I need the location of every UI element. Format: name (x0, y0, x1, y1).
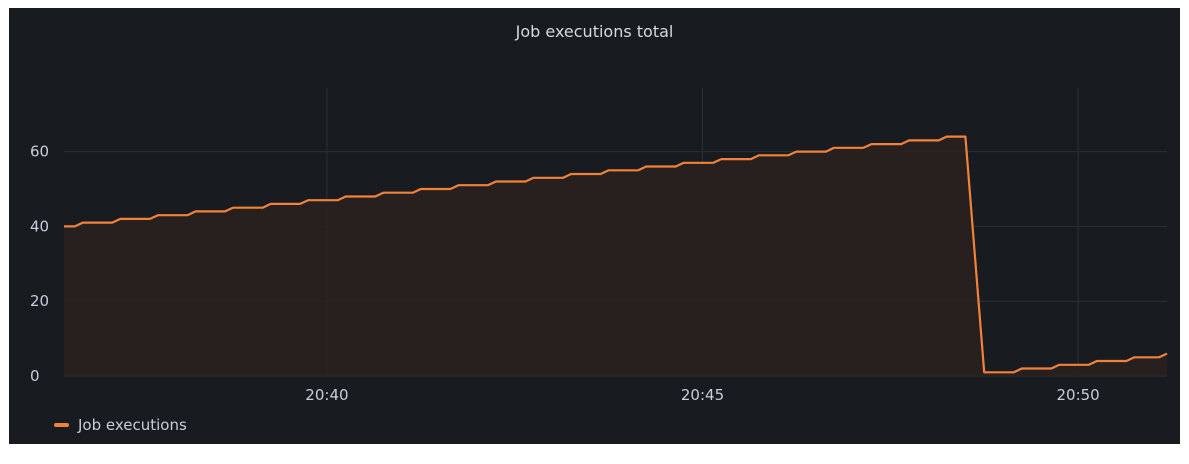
data-point (401, 192, 403, 194)
legend-label: Job executions (78, 416, 187, 434)
data-point (1040, 368, 1042, 370)
data-point (589, 173, 591, 175)
data-point (795, 151, 797, 153)
data-point (232, 207, 234, 209)
data-point (382, 192, 384, 194)
data-point (608, 169, 610, 171)
data-point (889, 143, 891, 145)
y-tick-label: 40 (30, 217, 49, 235)
x-tick-label: 20:45 (681, 386, 724, 404)
data-point (457, 184, 459, 186)
data-point (683, 162, 685, 164)
data-point (439, 188, 441, 190)
data-point (63, 225, 65, 227)
data-point (720, 158, 722, 160)
data-point (326, 199, 328, 201)
data-point (251, 207, 253, 209)
data-point (1133, 356, 1135, 358)
data-point (138, 218, 140, 220)
data-point (194, 210, 196, 212)
data-point (645, 166, 647, 168)
data-point (739, 158, 741, 160)
data-point (119, 218, 121, 220)
data-point (570, 173, 572, 175)
data-point (814, 151, 816, 153)
data-point (871, 143, 873, 145)
data-point (157, 214, 159, 216)
data-point (532, 177, 534, 179)
data-point (927, 139, 929, 141)
data-point (908, 139, 910, 141)
data-point (101, 222, 103, 224)
legend-swatch (54, 423, 69, 427)
data-point (288, 203, 290, 205)
series-area (64, 136, 1167, 376)
data-point (1058, 364, 1060, 366)
y-tick-label: 0 (30, 367, 40, 385)
chart-panel: Job executions total 0 20 40 60 20:40 20:45 20… (9, 8, 1180, 444)
x-tick-label: 20:40 (305, 386, 348, 404)
data-point (551, 177, 553, 179)
data-point (1096, 360, 1098, 362)
data-point (1021, 368, 1023, 370)
data-point (476, 184, 478, 186)
data-point (1152, 356, 1154, 358)
data-point (420, 188, 422, 190)
data-point (833, 147, 835, 149)
data-point (495, 181, 497, 183)
chart-plot-area: 0 20 40 60 20:40 20:45 20:50 (30, 88, 1168, 404)
data-point (946, 136, 948, 138)
data-point (270, 203, 272, 205)
data-point (777, 154, 779, 156)
data-point (213, 210, 215, 212)
data-point (983, 371, 985, 373)
x-tick-label: 20:50 (1056, 386, 1099, 404)
data-point (664, 166, 666, 168)
chart-legend[interactable]: Job executions (54, 416, 187, 434)
data-point (514, 181, 516, 183)
data-point (1077, 364, 1079, 366)
data-point (82, 222, 84, 224)
data-point (307, 199, 309, 201)
data-point (363, 195, 365, 197)
y-tick-label: 20 (30, 292, 49, 310)
data-point (1002, 371, 1004, 373)
data-point (626, 169, 628, 171)
y-tick-label: 60 (30, 143, 49, 161)
data-point (1166, 353, 1168, 355)
data-point (964, 136, 966, 138)
data-point (176, 214, 178, 216)
data-point (852, 147, 854, 149)
data-point (758, 154, 760, 156)
data-point (345, 195, 347, 197)
data-point (702, 162, 704, 164)
data-point (1115, 360, 1117, 362)
